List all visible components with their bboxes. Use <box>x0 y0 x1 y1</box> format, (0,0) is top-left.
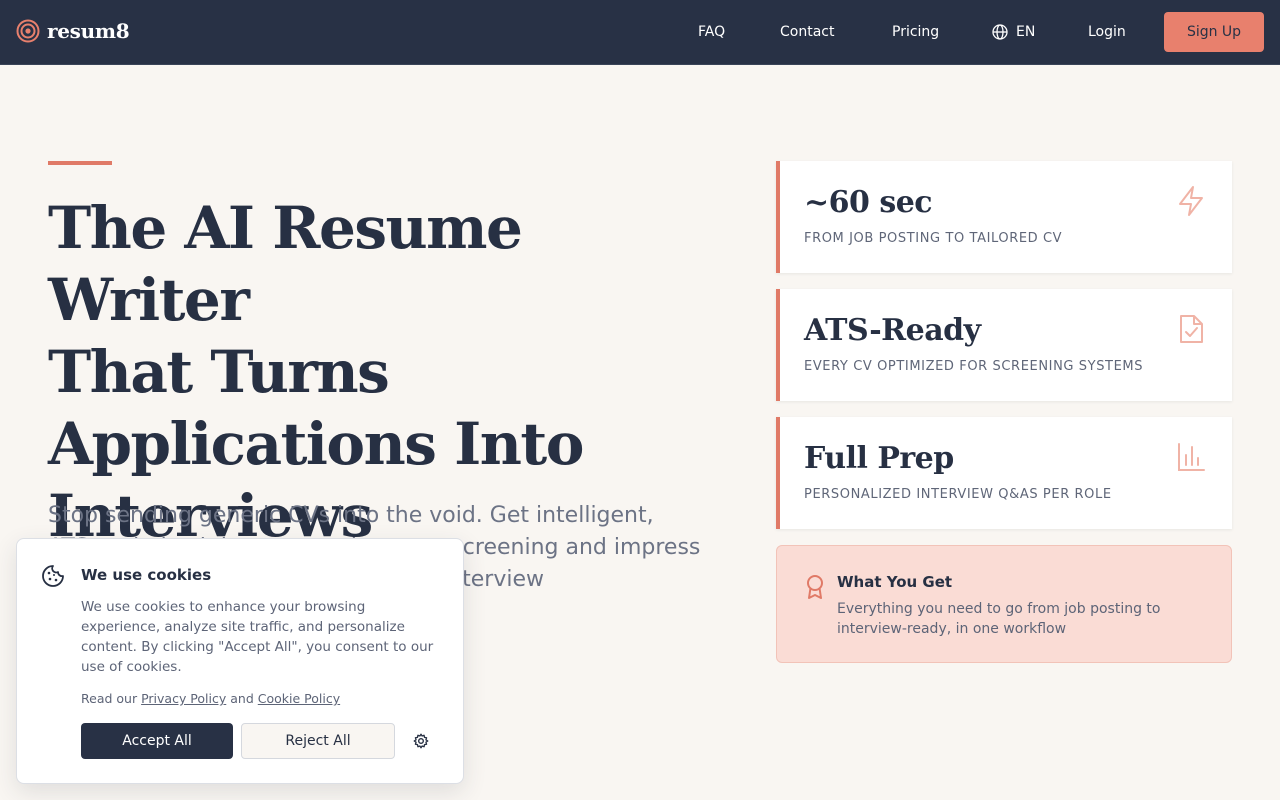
lightning-icon <box>1179 186 1203 216</box>
nav-link-pricing[interactable]: Pricing <box>892 0 939 64</box>
gear-icon[interactable] <box>413 733 429 749</box>
globe-icon <box>992 24 1008 40</box>
cookie-title: We use cookies <box>81 566 212 584</box>
stat-card-prep: Full Prep PERSONALIZED INTERVIEW Q&AS PE… <box>776 417 1232 529</box>
nav-link-contact[interactable]: Contact <box>780 0 834 64</box>
document-check-icon <box>1180 315 1203 343</box>
hero-title-line: Applications Into <box>48 410 584 478</box>
login-link[interactable]: Login <box>1088 0 1126 64</box>
brand-logo[interactable]: resum8 <box>16 19 130 43</box>
top-nav-bar: resum8 FAQ Contact Pricing EN Login Sign… <box>0 0 1280 65</box>
cookie-body: We use cookies to enhance your browsing … <box>81 599 434 675</box>
language-selector[interactable]: EN <box>992 0 1035 64</box>
reject-all-button[interactable]: Reject All <box>241 723 395 759</box>
bar-chart-icon <box>1178 443 1205 471</box>
callout-title: What You Get <box>837 573 953 591</box>
award-icon <box>807 575 823 599</box>
cookie-consent-panel: We use cookies We use cookies to enhance… <box>16 538 464 784</box>
brand-name: resum8 <box>47 19 130 43</box>
stat-value: ATS-Ready <box>804 313 981 348</box>
stat-value: Full Prep <box>804 441 954 476</box>
what-you-get-callout: What You Get Everything you need to go f… <box>776 545 1232 663</box>
cookie-policy-links: Read our Privacy Policy and Cookie Polic… <box>81 691 340 706</box>
policy-and: and <box>230 691 254 706</box>
cookie-icon <box>42 565 64 587</box>
accent-divider <box>48 161 112 165</box>
language-label: EN <box>1016 24 1036 40</box>
stat-card-speed: ~60 sec FROM JOB POSTING TO TAILORED CV <box>776 161 1232 273</box>
hero-title-line: The AI Resume Writer <box>48 194 523 334</box>
stat-caption: PERSONALIZED INTERVIEW Q&AS PER ROLE <box>804 487 1112 502</box>
policy-prefix: Read our <box>81 691 138 706</box>
nav-link-faq[interactable]: FAQ <box>698 0 725 64</box>
stat-value: ~60 sec <box>804 185 933 220</box>
stat-caption: FROM JOB POSTING TO TAILORED CV <box>804 231 1063 246</box>
accept-all-button[interactable]: Accept All <box>81 723 233 759</box>
privacy-policy-link[interactable]: Privacy Policy <box>141 691 226 706</box>
stat-caption: EVERY CV OPTIMIZED FOR SCREENING SYSTEMS <box>804 359 1144 374</box>
target-logo-icon <box>16 19 40 43</box>
cookie-policy-link[interactable]: Cookie Policy <box>258 691 340 706</box>
hero-title-line: That Turns <box>48 338 390 406</box>
hero-title: The AI Resume Writer That Turns Applicat… <box>48 192 728 552</box>
callout-description: Everything you need to go from job posti… <box>837 601 1161 637</box>
stat-card-ats: ATS-Ready EVERY CV OPTIMIZED FOR SCREENI… <box>776 289 1232 401</box>
signup-button[interactable]: Sign Up <box>1164 12 1264 52</box>
